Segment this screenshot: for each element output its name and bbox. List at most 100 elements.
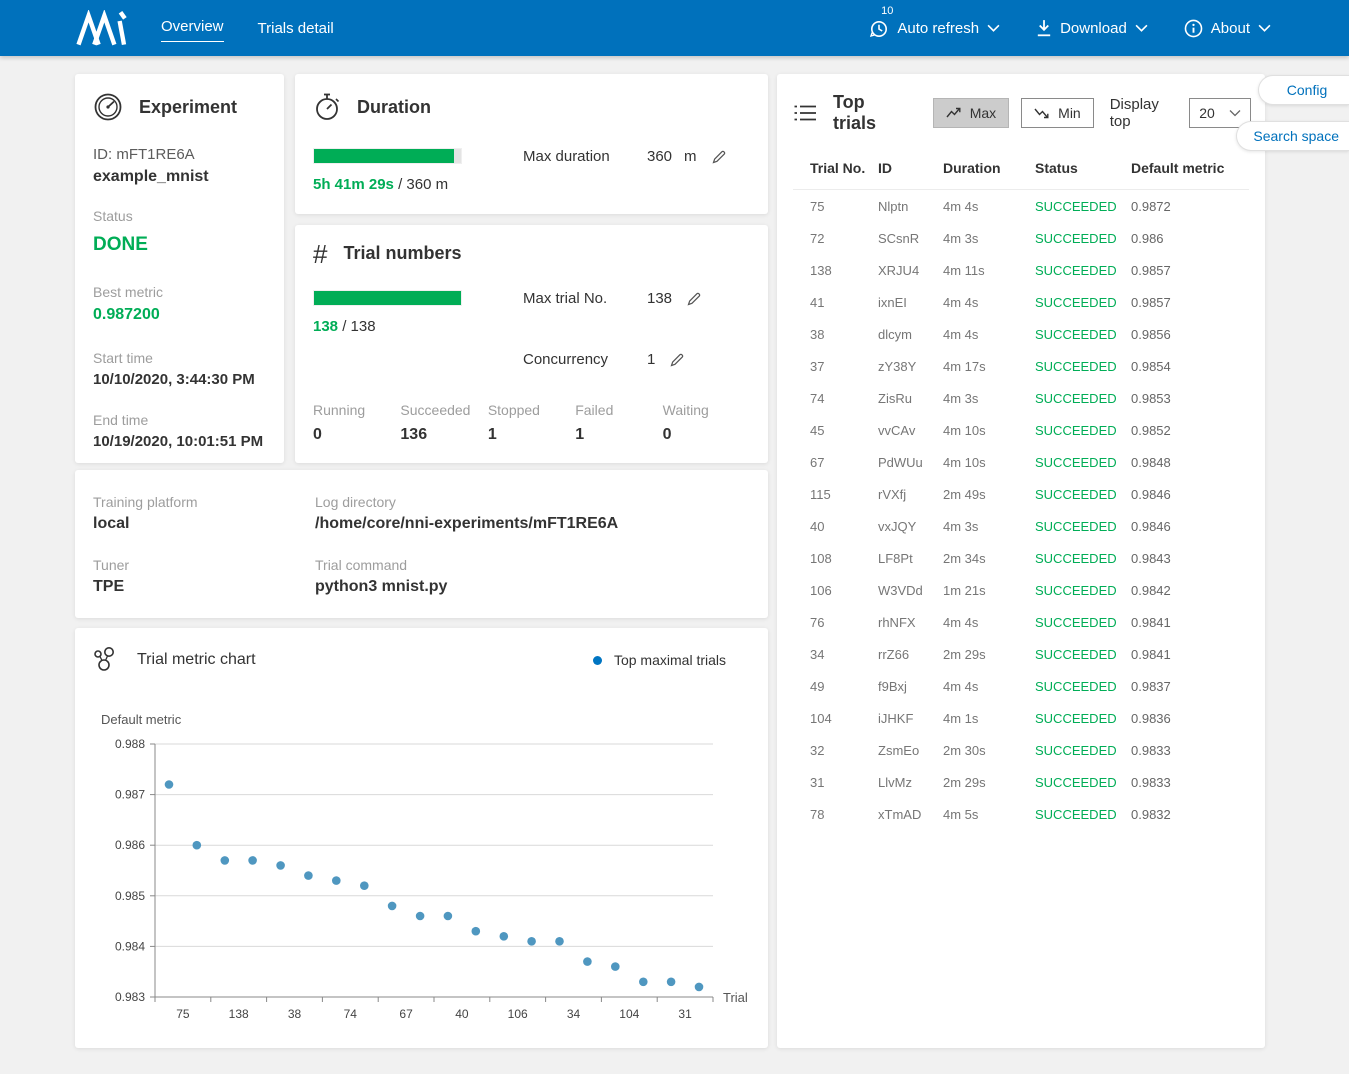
platform-info-card: Training platform local Log directory /h… (75, 470, 768, 618)
trial-no: 76 (793, 606, 878, 638)
edit-max-duration-icon[interactable] (711, 149, 727, 165)
stopwatch-icon (313, 92, 341, 122)
table-row[interactable]: 32ZsmEo2m 30sSUCCEEDED0.9833 (793, 734, 1249, 766)
trial-status: SUCCEEDED (1035, 222, 1131, 254)
edit-max-trial-icon[interactable] (686, 291, 702, 307)
tuner-label: Tuner (93, 557, 315, 573)
legend-label: Top maximal trials (614, 652, 726, 668)
table-row[interactable]: 108LF8Pt2m 34sSUCCEEDED0.9843 (793, 542, 1249, 574)
nni-logo[interactable] (75, 10, 131, 46)
table-row[interactable]: 74ZisRu4m 3sSUCCEEDED0.9853 (793, 382, 1249, 414)
table-row[interactable]: 49f9Bxj4m 4sSUCCEEDED0.9837 (793, 670, 1249, 702)
edit-concurrency-icon[interactable] (669, 352, 685, 368)
duration-elapsed: 5h 41m 29s (313, 176, 394, 193)
tab-overview[interactable]: Overview (161, 14, 224, 42)
trial-duration: 4m 4s (943, 318, 1035, 350)
table-row[interactable]: 106W3VDd1m 21sSUCCEEDED0.9842 (793, 574, 1249, 606)
trial-metric-scatter-chart[interactable]: Default metric0.9880.9870.9860.9850.9840… (93, 710, 750, 1040)
trial-no: 106 (793, 574, 878, 606)
col-duration[interactable]: Duration (943, 150, 1035, 190)
trial-metric: 0.9843 (1131, 542, 1249, 574)
tab-trials-detail[interactable]: Trials detail (258, 16, 334, 41)
trial-command-value: python3 mnist.py (315, 578, 750, 596)
table-row[interactable]: 34rrZ662m 29sSUCCEEDED0.9841 (793, 638, 1249, 670)
end-time-label: End time (93, 412, 266, 428)
trial-no: 115 (793, 478, 878, 510)
svg-text:75: 75 (176, 1007, 190, 1021)
auto-refresh-menu[interactable]: 10 Auto refresh (869, 18, 1000, 38)
trial-no: 38 (793, 318, 878, 350)
trial-duration: 4m 4s (943, 190, 1035, 223)
svg-text:104: 104 (619, 1007, 639, 1021)
top-trials-body: 75Nlptn4m 4sSUCCEEDED0.987272SCsnR4m 3sS… (793, 190, 1249, 831)
chevron-down-icon (1135, 24, 1148, 32)
download-menu[interactable]: Download (1036, 19, 1148, 37)
trial-id: vxJQY (878, 510, 943, 542)
trial-metric: 0.9836 (1131, 702, 1249, 734)
table-row[interactable]: 75Nlptn4m 4sSUCCEEDED0.9872 (793, 190, 1249, 223)
table-row[interactable]: 138XRJU44m 11sSUCCEEDED0.9857 (793, 254, 1249, 286)
succeeded-count: 136 (400, 426, 487, 444)
trial-duration: 4m 1s (943, 702, 1035, 734)
trial-status: SUCCEEDED (1035, 414, 1131, 446)
trial-id: ixnEI (878, 286, 943, 318)
col-id[interactable]: ID (878, 150, 943, 190)
trial-total: 138 (351, 318, 376, 335)
trial-status: SUCCEEDED (1035, 766, 1131, 798)
svg-text:106: 106 (508, 1007, 528, 1021)
min-button-label: Min (1058, 105, 1081, 121)
chart-legend[interactable]: Top maximal trials (593, 652, 726, 668)
table-row[interactable]: 104iJHKF4m 1sSUCCEEDED0.9836 (793, 702, 1249, 734)
config-button[interactable]: Config (1258, 75, 1349, 105)
trial-metric: 0.9846 (1131, 478, 1249, 510)
max-button[interactable]: Max (933, 98, 1009, 128)
trial-metric: 0.9837 (1131, 670, 1249, 702)
svg-text:Default metric: Default metric (101, 712, 182, 727)
trial-no: 37 (793, 350, 878, 382)
trial-no: 40 (793, 510, 878, 542)
table-row[interactable]: 31LlvMz2m 29sSUCCEEDED0.9833 (793, 766, 1249, 798)
table-row[interactable]: 115rVXfj2m 49sSUCCEEDED0.9846 (793, 478, 1249, 510)
table-row[interactable]: 38dlcym4m 4sSUCCEEDED0.9856 (793, 318, 1249, 350)
trial-id: rVXfj (878, 478, 943, 510)
trial-progress-bar (313, 290, 462, 306)
trial-metric: 0.9842 (1131, 574, 1249, 606)
table-row[interactable]: 72SCsnR4m 3sSUCCEEDED0.986 (793, 222, 1249, 254)
table-row[interactable]: 41ixnEI4m 4sSUCCEEDED0.9857 (793, 286, 1249, 318)
display-top-label: Display top (1110, 96, 1180, 130)
svg-text:40: 40 (455, 1007, 469, 1021)
trial-id: rrZ66 (878, 638, 943, 670)
stopped-label: Stopped (488, 402, 575, 418)
table-row[interactable]: 40vxJQY4m 3sSUCCEEDED0.9846 (793, 510, 1249, 542)
trial-numbers-card: # Trial numbers 138 / 138 Max trial No. … (295, 225, 768, 463)
trial-metric: 0.9872 (1131, 190, 1249, 223)
end-time-value: 10/19/2020, 10:01:51 PM (93, 433, 266, 450)
trial-duration: 2m 29s (943, 766, 1035, 798)
trial-id: vvCAv (878, 414, 943, 446)
legend-dot-icon (593, 656, 602, 665)
trial-duration: 2m 34s (943, 542, 1035, 574)
experiment-card-title: Experiment (139, 97, 237, 118)
trial-duration: 4m 3s (943, 382, 1035, 414)
table-row[interactable]: 76rhNFX4m 4sSUCCEEDED0.9841 (793, 606, 1249, 638)
search-space-button[interactable]: Search space (1236, 121, 1349, 151)
table-row[interactable]: 45vvCAv4m 10sSUCCEEDED0.9852 (793, 414, 1249, 446)
trial-command-label: Trial command (315, 557, 750, 573)
waiting-count: 0 (663, 426, 750, 444)
table-row[interactable]: 78xTmAD4m 5sSUCCEEDED0.9832 (793, 798, 1249, 830)
col-default-metric[interactable]: Default metric (1131, 150, 1249, 190)
col-status[interactable]: Status (1035, 150, 1131, 190)
trial-metric: 0.9832 (1131, 798, 1249, 830)
col-trial-no[interactable]: Trial No. (793, 150, 878, 190)
table-row[interactable]: 37zY38Y4m 17sSUCCEEDED0.9854 (793, 350, 1249, 382)
trial-no: 104 (793, 702, 878, 734)
top-trials-title: Top trials (833, 92, 909, 134)
trial-metric: 0.9857 (1131, 286, 1249, 318)
min-button[interactable]: Min (1021, 98, 1094, 128)
metric-chart-icon (93, 646, 121, 674)
about-menu[interactable]: About (1184, 19, 1271, 38)
top-trials-table: Trial No. ID Duration Status Default met… (793, 150, 1249, 830)
trial-no: 31 (793, 766, 878, 798)
table-row[interactable]: 67PdWUu4m 10sSUCCEEDED0.9848 (793, 446, 1249, 478)
display-top-value: 20 (1199, 105, 1215, 121)
